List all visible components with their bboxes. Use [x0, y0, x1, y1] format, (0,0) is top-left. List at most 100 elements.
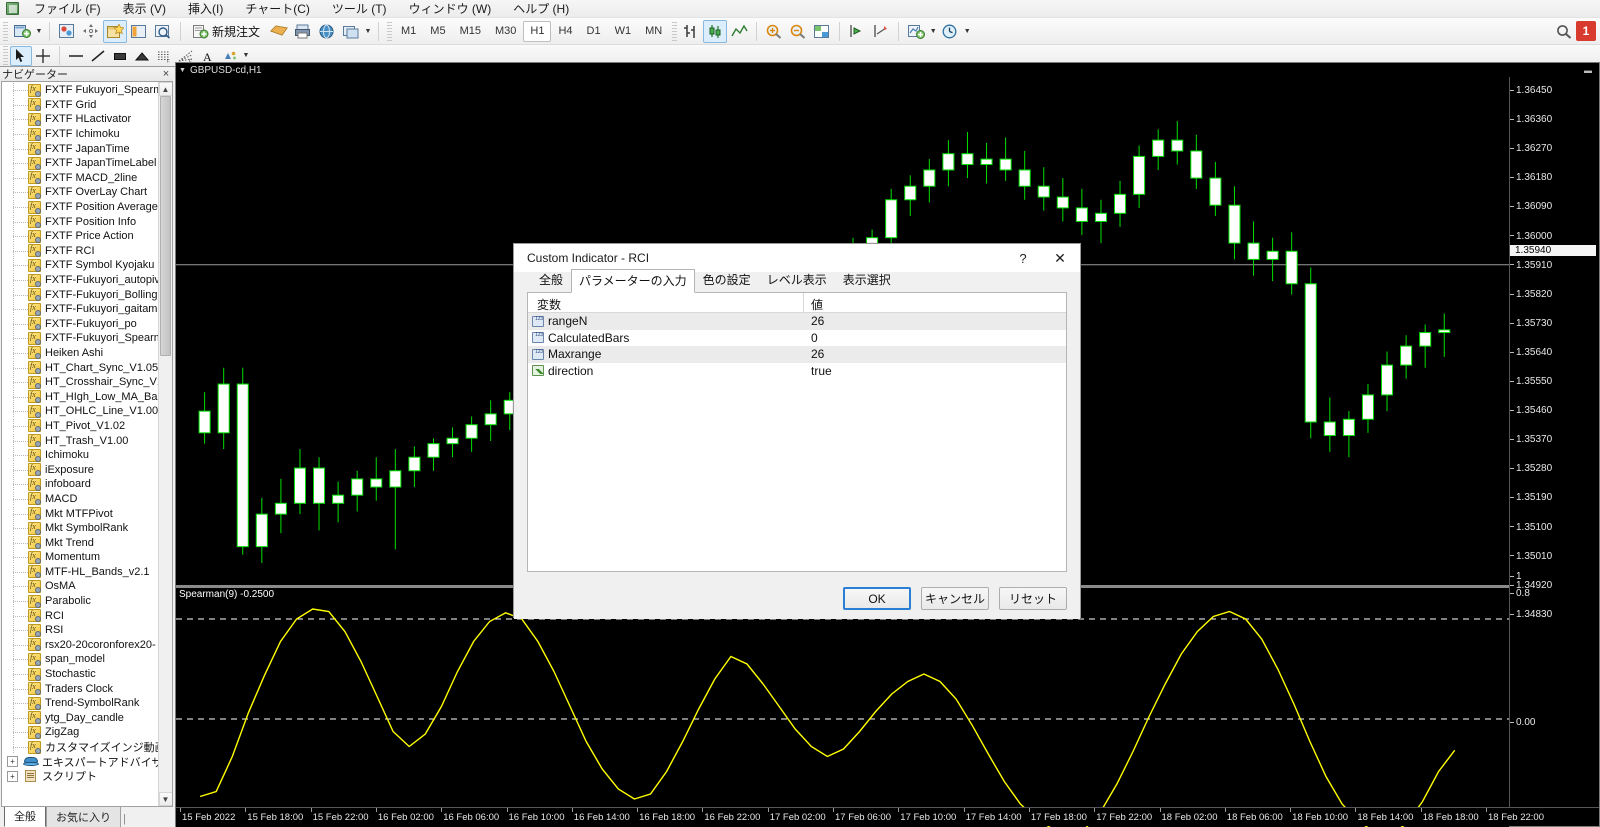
timeframe-d1[interactable]: D1 [580, 21, 608, 42]
navigator-item[interactable]: RSI [2, 623, 158, 638]
navigator-tab-favorites[interactable]: お気に入り [46, 806, 121, 827]
line-chart-icon[interactable] [727, 20, 751, 43]
navigator-toggle-icon[interactable] [103, 19, 127, 43]
parameter-value[interactable]: 0 [804, 331, 1066, 345]
autotrading-icon[interactable] [267, 20, 291, 43]
grid-toggle-icon[interactable] [810, 20, 834, 43]
timeframe-m30[interactable]: M30 [488, 21, 523, 42]
navigator-item[interactable]: FXTF Symbol Kyojaku [2, 258, 158, 273]
navigator-item[interactable]: ytg_Day_candle [2, 710, 158, 726]
new-chart-icon[interactable] [10, 20, 34, 43]
navigator-item[interactable]: Parabolic [2, 594, 158, 609]
market-watch-icon[interactable] [55, 20, 79, 43]
navigator-item[interactable]: FXTF-Fukuyori_gaitam [2, 302, 158, 317]
menu-item-tools[interactable]: ツール (T) [321, 0, 398, 18]
menu-item-window[interactable]: ウィンドウ (W) [398, 0, 503, 18]
cursor-icon[interactable] [10, 45, 32, 66]
toolbar-gripper-2[interactable] [387, 21, 393, 41]
bar-chart-icon[interactable] [679, 20, 703, 43]
timeframe-h4[interactable]: H4 [551, 21, 579, 42]
menu-item-file[interactable]: ファイル (F) [23, 0, 112, 18]
print-icon[interactable] [291, 20, 315, 43]
ok-button[interactable]: OK [843, 587, 911, 610]
navigator-item[interactable]: HT_Crosshair_Sync_V1. [2, 375, 158, 390]
toolbar-gripper-1[interactable] [3, 21, 8, 41]
navigator-item[interactable]: カスタマイズインジ動画制 [2, 740, 158, 755]
navigator-item[interactable]: FXTF OverLay Chart [2, 185, 158, 200]
chart-restore-icon[interactable]: ▬ [1581, 66, 1595, 75]
navigator-item[interactable]: Momentum [2, 550, 158, 565]
navigator-item[interactable]: FXTF Ichimoku [2, 127, 158, 142]
notification-badge[interactable]: 1 [1576, 21, 1596, 41]
reset-button[interactable]: リセット [999, 587, 1067, 610]
tab-colors[interactable]: 色の設定 [695, 268, 759, 292]
navigator-item[interactable]: FXTF MACD_2line [2, 170, 158, 186]
tab-visualization[interactable]: 表示選択 [835, 268, 899, 292]
cancel-button[interactable]: キャンセル [921, 587, 989, 610]
navigator-item[interactable]: HT_Pivot_V1.02 [2, 418, 158, 434]
navigator-item[interactable]: MTF-HL_Bands_v2.1 [2, 564, 158, 580]
menu-item-help[interactable]: ヘルプ (H) [502, 0, 580, 18]
new-chart-dropdown-icon[interactable]: ▼ [34, 20, 44, 43]
navigator-item[interactable]: Heiken Ashi [2, 345, 158, 361]
menu-item-chart[interactable]: チャート(C) [234, 0, 321, 18]
zoom-out-icon[interactable] [786, 20, 810, 43]
new-order-button[interactable]: 新規注文 [186, 20, 267, 43]
add-indicator-icon[interactable] [904, 20, 928, 43]
trendline-icon[interactable] [87, 46, 109, 66]
navigator-item[interactable]: HT_Trash_V1.00 [2, 433, 158, 448]
data-window-icon[interactable] [151, 20, 175, 43]
scroll-down-icon[interactable]: ▼ [158, 792, 172, 806]
chart-shift-icon[interactable] [845, 20, 869, 43]
candlestick-chart-icon[interactable] [703, 19, 728, 43]
navigator-item[interactable]: Trend-SymbolRank [2, 696, 158, 711]
menu-item-view[interactable]: 表示 (V) [112, 0, 177, 18]
expand-icon[interactable]: + [7, 756, 18, 768]
navigator-item[interactable]: + エキスパートアドバイザ [2, 754, 158, 769]
navigator-item[interactable]: FXTF Position Info [2, 214, 158, 229]
fibonacci-retracement-icon[interactable]: F [153, 46, 175, 66]
scroll-track[interactable] [158, 96, 172, 792]
auto-scroll-icon[interactable] [869, 20, 893, 43]
navigator-item[interactable]: FXTF-Fukuyori_Bolling [2, 287, 158, 302]
triangle-icon[interactable] [131, 46, 153, 66]
navigator-item[interactable]: MACD [2, 491, 158, 507]
close-icon[interactable]: ✕ [1040, 244, 1080, 272]
navigator-item[interactable]: span_model [2, 652, 158, 667]
navigator-item[interactable]: FXTF-Fukuyori_po [2, 316, 158, 332]
navigator-item[interactable]: FXTF Price Action [2, 229, 158, 244]
navigator-item[interactable]: HT_OHLC_Line_V1.00 [2, 404, 158, 419]
parameter-value[interactable]: 26 [804, 347, 1066, 361]
windows-tile-icon[interactable] [339, 20, 363, 43]
navigator-item[interactable]: FXTF JapanTimeLabel [2, 156, 158, 171]
add-indicator-dropdown-icon[interactable]: ▼ [928, 20, 938, 43]
tab-general[interactable]: 全般 [531, 268, 571, 292]
tab-inputs[interactable]: パラメーターの入力 [571, 269, 695, 293]
toolbar-gripper-3[interactable] [672, 21, 678, 41]
scroll-up-icon[interactable]: ▲ [158, 82, 172, 96]
terminal-toggle-icon[interactable] [127, 20, 151, 43]
timeframe-m15[interactable]: M15 [453, 21, 488, 42]
parameter-row[interactable]: Maxrange 26 [528, 346, 1066, 363]
parameter-row[interactable]: direction true [528, 362, 1066, 379]
chart-menu-caret-icon[interactable]: ▼ [179, 67, 186, 74]
price-axis[interactable]: 1.36450 1.36360 1.36270 1.36180 1.36090 1.360… [1509, 77, 1599, 807]
navigator-item[interactable]: FXTF-Fukuyori_Spearm [2, 331, 158, 346]
windows-dropdown-icon[interactable]: ▼ [363, 20, 373, 43]
navigator-scrollbar[interactable]: ▲ ▼ [158, 82, 172, 806]
navigator-item[interactable]: FXTF RCI [2, 243, 158, 259]
navigator-item[interactable]: Stochastic [2, 667, 158, 682]
timeframe-m1[interactable]: M1 [394, 21, 423, 42]
parameters-table[interactable]: 変数 値 rangeN26CalculatedBars0Maxrange26di… [527, 292, 1067, 572]
timeframe-h1[interactable]: H1 [523, 20, 552, 42]
parameter-row[interactable]: rangeN 26 [528, 313, 1066, 330]
navigator-item[interactable]: FXTF Grid [2, 97, 158, 113]
navigator-item[interactable]: Traders Clock [2, 681, 158, 696]
navigator-item[interactable]: Mkt Trend [2, 535, 158, 550]
navigator-item[interactable]: FXTF JapanTime [2, 141, 158, 156]
timeframe-mn[interactable]: MN [638, 21, 669, 42]
period-dropdown-icon[interactable]: ▼ [962, 20, 972, 43]
globe-icon[interactable] [315, 20, 339, 43]
parameter-row[interactable]: CalculatedBars 0 [528, 329, 1066, 346]
navigator-tab-general[interactable]: 全般 [4, 805, 46, 827]
